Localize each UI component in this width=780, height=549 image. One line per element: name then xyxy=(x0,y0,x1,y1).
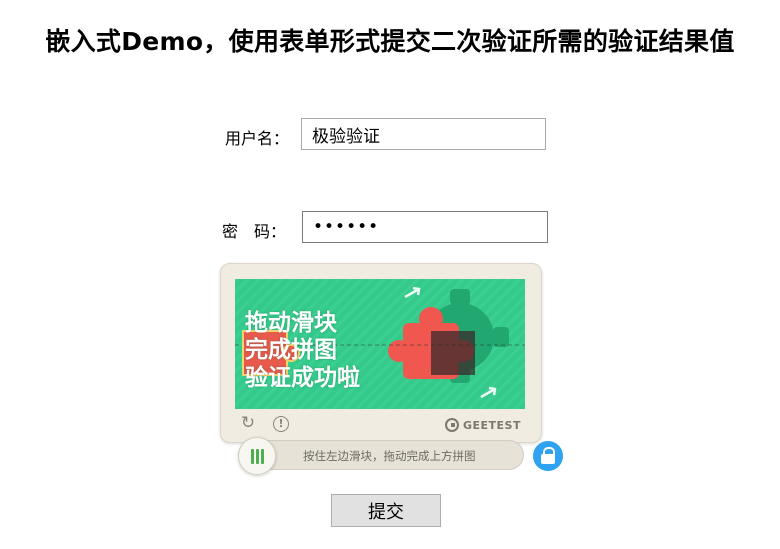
password-row: 密 码： xyxy=(0,211,780,245)
username-label: 用户名： xyxy=(225,129,290,148)
geetest-logo: GEETEST xyxy=(444,416,521,434)
info-icon[interactable]: ! xyxy=(273,416,289,432)
slider-hint: 按住左边滑块，拖动完成上方拼图 xyxy=(303,449,476,463)
captcha-panel: 拖动滑块 完成拼图 验证成功啦 ↻ ! GEETEST xyxy=(220,263,542,443)
slider-track[interactable]: 按住左边滑块，拖动完成上方拼图 xyxy=(238,440,524,470)
geetest-brand-text: GEETEST xyxy=(462,418,521,432)
password-label: 密 码： xyxy=(222,222,287,241)
username-input[interactable] xyxy=(301,118,546,150)
grip-icon xyxy=(251,449,265,464)
submit-button[interactable]: 提交 xyxy=(331,494,441,527)
username-row: 用户名： xyxy=(0,118,780,152)
captcha-toolbar: ↻ ! GEETEST xyxy=(235,414,525,436)
page-title: 嵌入式Demo，使用表单形式提交二次验证所需的验证结果值 xyxy=(45,27,735,56)
slider-handle[interactable] xyxy=(238,437,276,475)
captcha-puzzle-image: 拖动滑块 完成拼图 验证成功啦 xyxy=(235,279,525,409)
password-input[interactable] xyxy=(302,211,548,243)
refresh-icon[interactable]: ↻ xyxy=(239,414,257,432)
puzzle-target-hole xyxy=(431,331,475,375)
lock-icon xyxy=(533,441,563,471)
geetest-logo-icon xyxy=(444,418,459,432)
puzzle-caption-line-3: 验证成功啦 xyxy=(245,365,360,391)
